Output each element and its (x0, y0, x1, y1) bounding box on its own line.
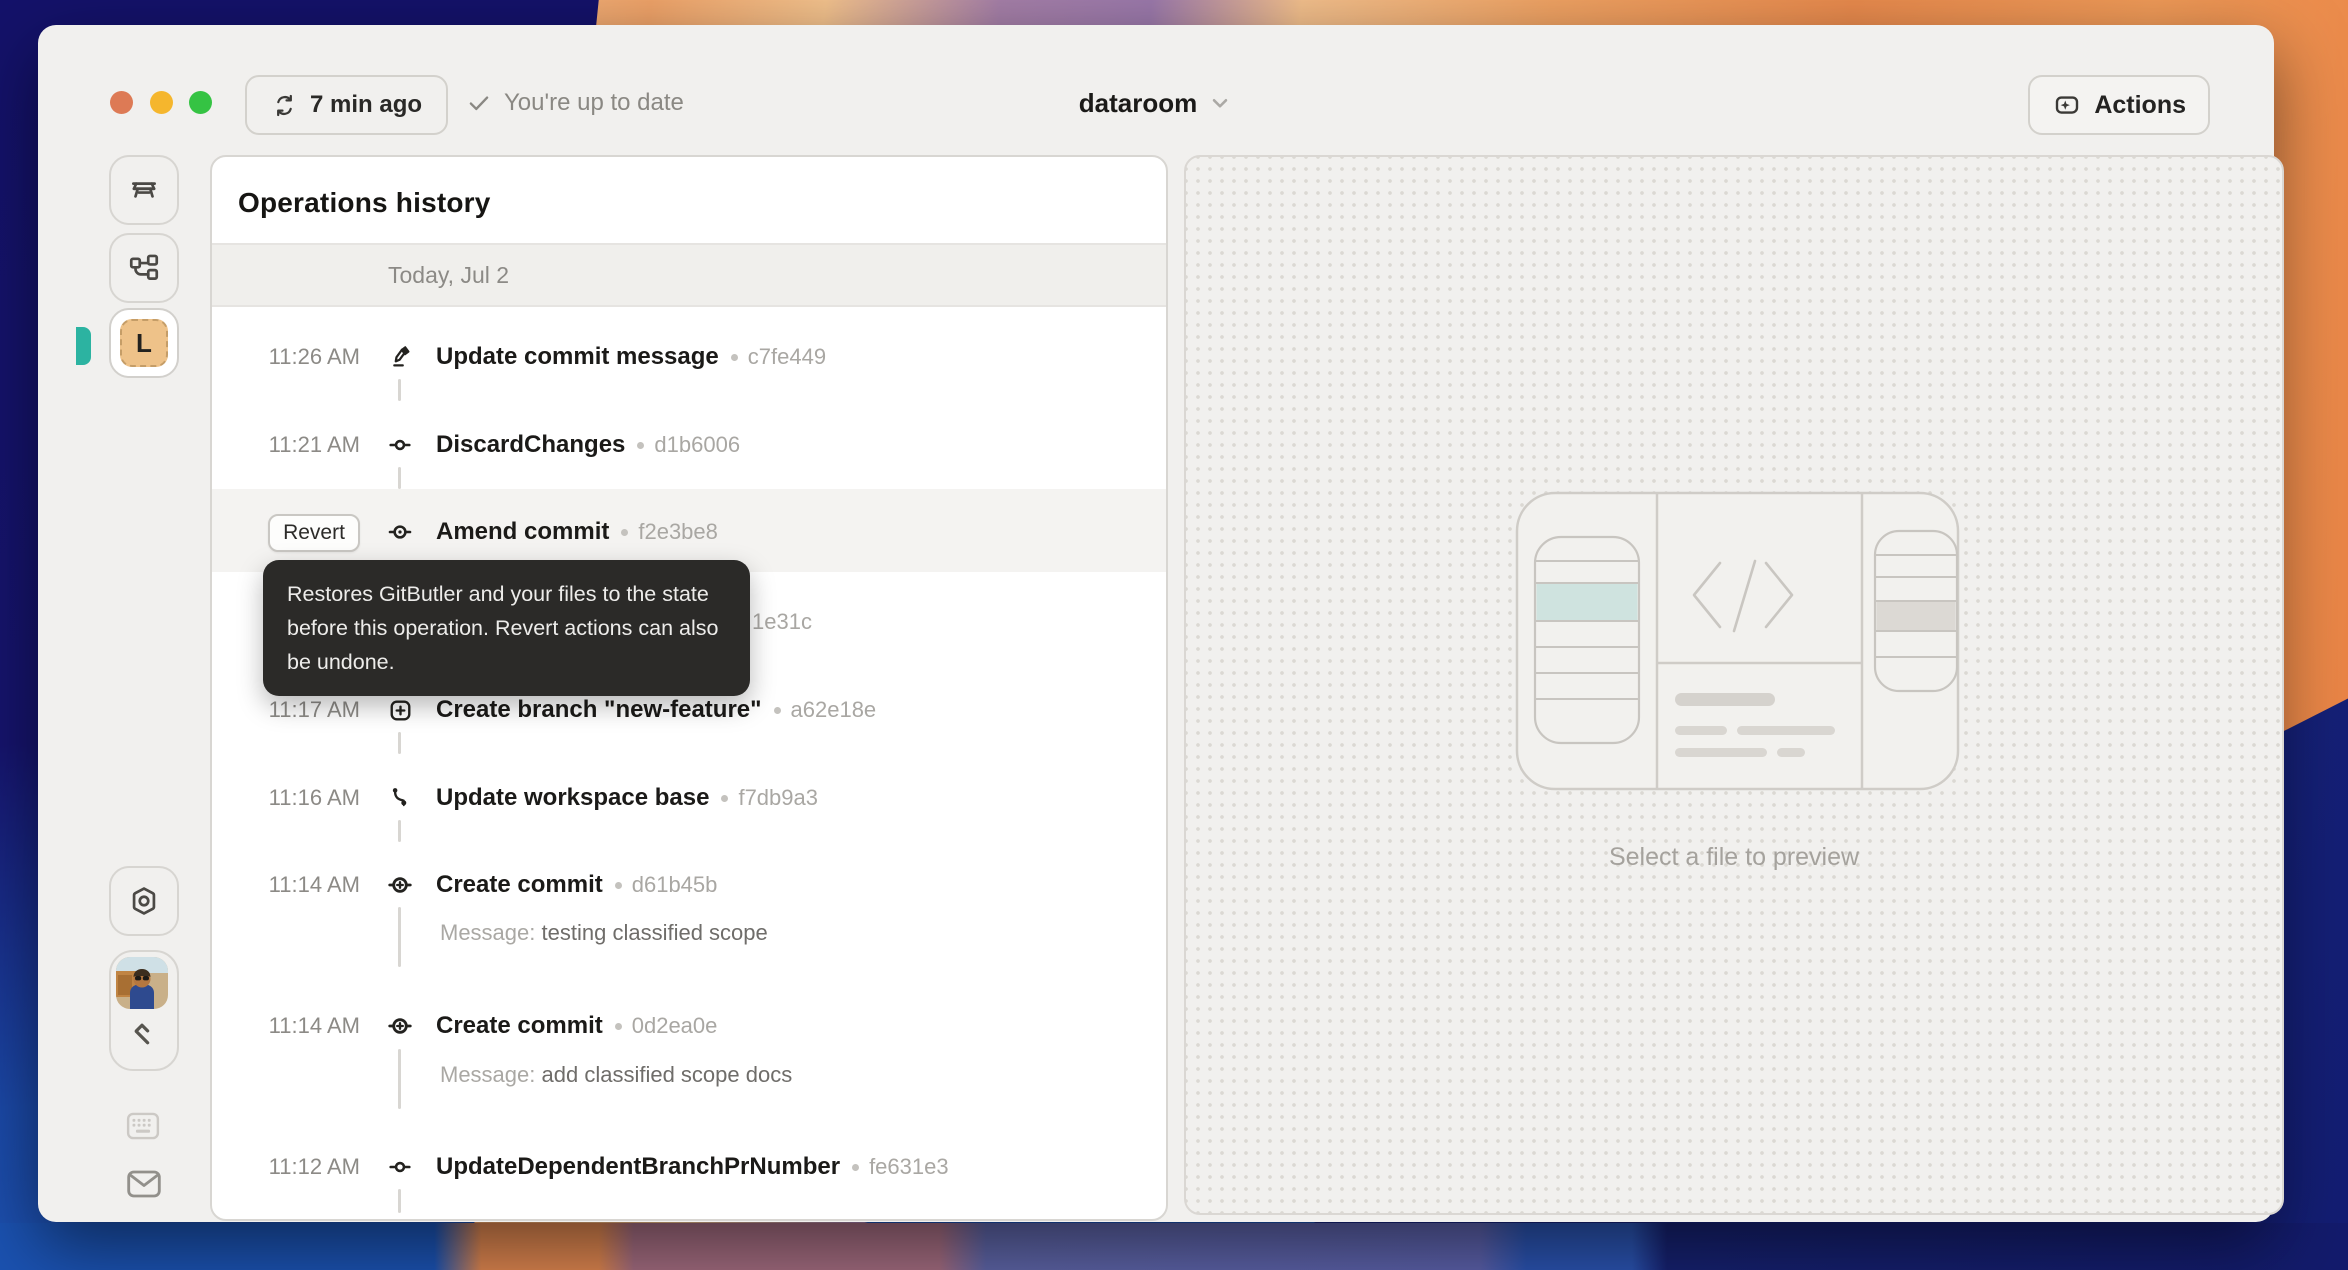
operation-hash: f2e3be8 (638, 519, 718, 545)
bullet-dot (721, 795, 728, 802)
date-group-header: Today, Jul 2 (212, 243, 1166, 307)
operation-time: 11:14 AM (212, 1013, 360, 1039)
commit-icon (380, 431, 420, 459)
commit-plus-icon (380, 871, 420, 899)
operation-title: Update commit message (436, 343, 719, 371)
operation-row[interactable]: 11:12 AM UpdateDependentBranchPrNumber f… (212, 1137, 1166, 1197)
timeline-connector (398, 467, 401, 489)
amend-icon (380, 518, 420, 546)
timeline-connector (398, 907, 401, 967)
bullet-dot (615, 882, 622, 889)
workbench-icon (127, 173, 161, 207)
project-name: dataroom (1079, 88, 1197, 119)
commit-icon (380, 1153, 420, 1181)
operation-hash: 0d2ea0e (632, 1013, 718, 1039)
gitbutler-window: 7 min ago You're up to date dataroom (38, 25, 2274, 1222)
operation-title: UpdateDependentBranchPrNumber (436, 1153, 840, 1181)
active-project-indicator (76, 327, 91, 365)
gear-icon (127, 884, 161, 918)
operations-history-panel: Operations history Today, Jul 2 11:26 AM… (210, 155, 1168, 1221)
operation-title: Create commit (436, 871, 603, 899)
commit-message: Message: add classified scope docs (440, 1062, 792, 1088)
operation-time: 11:16 AM (212, 785, 360, 811)
operation-time: 11:21 AM (212, 432, 360, 458)
operation-time: 11:14 AM (212, 872, 360, 898)
operation-time: 11:26 AM (212, 344, 360, 370)
sparkle-box-icon (2052, 90, 2082, 120)
keyboard-shortcuts-button[interactable] (126, 1111, 160, 1141)
sidebar-item-workspace[interactable] (109, 155, 179, 225)
revert-button[interactable]: Revert (268, 514, 360, 552)
mail-feedback-button[interactable] (126, 1169, 162, 1199)
bullet-dot (731, 354, 738, 361)
commit-message: Message: testing classified scope (440, 920, 768, 946)
file-preview-panel: Select a file to preview (1184, 155, 2284, 1215)
operation-title: Create commit (436, 1012, 603, 1040)
branch-plus-icon (380, 697, 420, 724)
revert-tooltip: Restores GitButler and your files to the… (263, 560, 750, 696)
sidebar-item-settings[interactable] (109, 866, 179, 936)
operation-title: DiscardChanges (436, 431, 625, 459)
bullet-dot (621, 529, 628, 536)
wallpaper-bottom-stripes (0, 1223, 2348, 1270)
project-selector[interactable]: dataroom (38, 75, 2274, 131)
operation-row[interactable]: 11:14 AM Create commit d61b45b (212, 855, 1166, 915)
timeline-connector (398, 820, 401, 842)
operation-hash: f7db9a3 (738, 785, 818, 811)
operation-title: Amend commit (436, 518, 609, 546)
bullet-dot (774, 707, 781, 714)
operation-hash: c7fe449 (748, 344, 826, 370)
actions-label: Actions (2094, 91, 2186, 120)
bullet-dot (615, 1023, 622, 1030)
timeline-connector (398, 379, 401, 401)
desktop: 7 min ago You're up to date dataroom (0, 0, 2348, 1270)
operation-row[interactable]: 11:14 AM Create commit 0d2ea0e (212, 996, 1166, 1056)
bullet-dot (637, 442, 644, 449)
edit-icon (380, 344, 420, 371)
operation-title: Create branch "new-feature" (436, 696, 762, 724)
user-avatar[interactable] (116, 957, 168, 1009)
timeline-connector (398, 1049, 401, 1109)
operation-title: Update workspace base (436, 784, 709, 812)
timeline-connector (398, 1189, 401, 1213)
operation-hash: a62e18e (791, 697, 877, 723)
operation-hash: d61b45b (632, 872, 718, 898)
chevron-down-icon (1207, 90, 1233, 116)
project-avatar: L (120, 319, 168, 367)
operation-row[interactable]: 11:26 AM Update commit message c7fe449 (212, 327, 1166, 387)
commit-plus-icon (380, 1012, 420, 1040)
operation-time: 11:17 AM (212, 697, 360, 723)
update-base-icon (380, 785, 420, 811)
bullet-dot (852, 1164, 859, 1171)
operation-row[interactable]: 11:21 AM DiscardChanges d1b6006 (212, 415, 1166, 475)
file-preview-illustration (1515, 491, 1960, 791)
timeline-connector (398, 732, 401, 754)
chevron-updown-icon[interactable] (127, 1019, 157, 1049)
operation-hash: d1b6006 (654, 432, 740, 458)
preview-placeholder: Select a file to preview (1186, 843, 2282, 872)
operation-hash-partial: 1e31c (752, 609, 812, 635)
operation-row[interactable]: 11:16 AM Update workspace base f7db9a3 (212, 768, 1166, 828)
operation-time: 11:12 AM (212, 1154, 360, 1180)
operation-hash: fe631e3 (869, 1154, 949, 1180)
branch-graph-icon (127, 251, 161, 285)
panel-title: Operations history (238, 187, 491, 219)
actions-button[interactable]: Actions (2028, 75, 2210, 135)
sidebar-item-project-dataroom[interactable]: L (109, 308, 179, 378)
sidebar-item-branches[interactable] (109, 233, 179, 303)
